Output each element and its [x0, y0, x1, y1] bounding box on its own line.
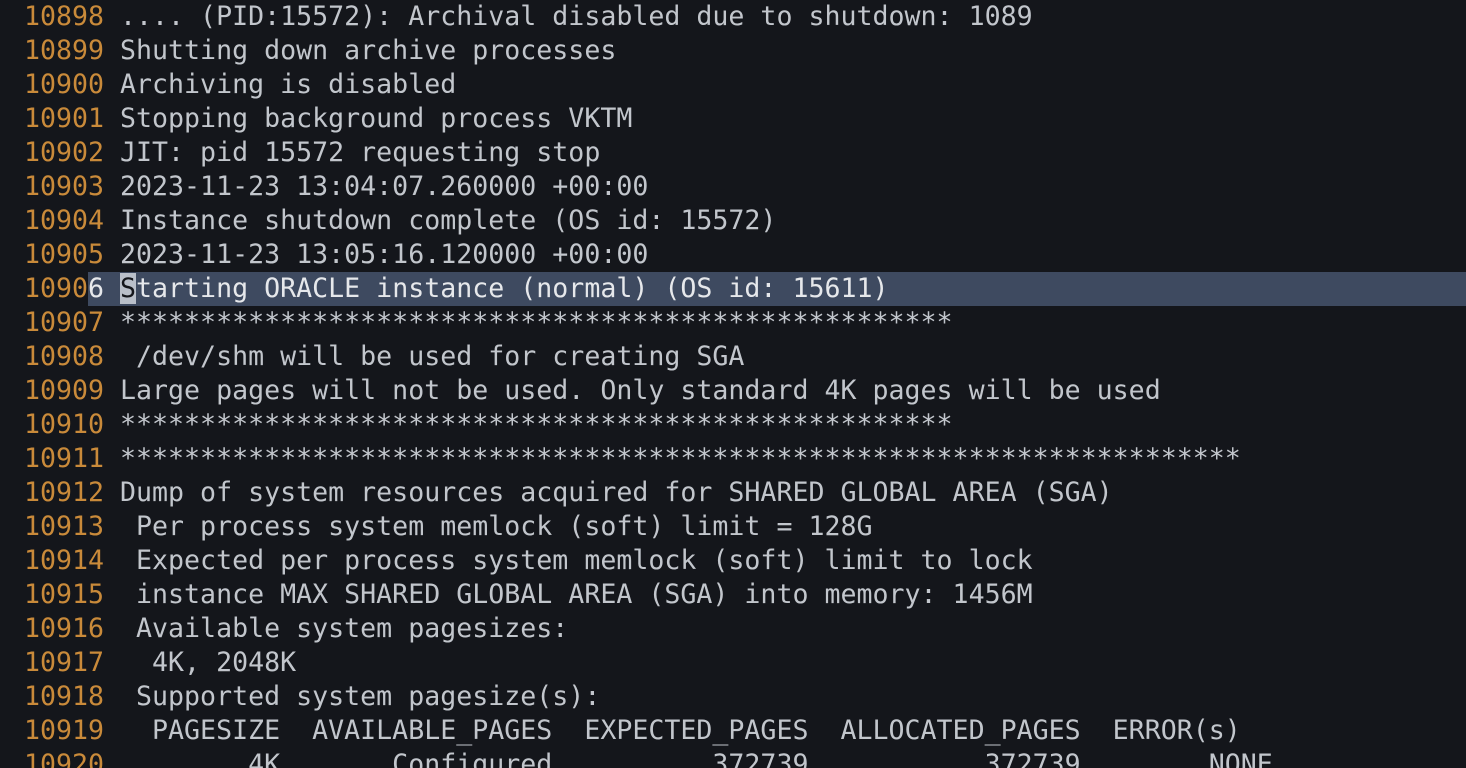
- editor-line: 10914 Expected per process system memloc…: [0, 544, 1466, 578]
- editor-line: 10907 **********************************…: [0, 306, 1466, 340]
- line-text: JIT: pid 15572 requesting stop: [120, 137, 601, 168]
- line-text: instance MAX SHARED GLOBAL AREA (SGA) in…: [120, 579, 1033, 610]
- line-text: Available system pagesizes:: [120, 613, 569, 644]
- editor-line: 10899 Shutting down archive processes: [0, 34, 1466, 68]
- editor-line: 10913 Per process system memlock (soft) …: [0, 510, 1466, 544]
- editor-line: 10919 PAGESIZE AVAILABLE_PAGES EXPECTED_…: [0, 714, 1466, 748]
- line-number: 10909: [24, 375, 105, 406]
- line-number: 10902: [24, 137, 105, 168]
- line-number: 10910: [24, 409, 105, 440]
- line-text: Supported system pagesize(s):: [120, 681, 601, 712]
- line-text: /dev/shm will be used for creating SGA: [120, 341, 745, 372]
- editor-line: 10902 JIT: pid 15572 requesting stop: [0, 136, 1466, 170]
- line-number: 10912: [24, 477, 105, 508]
- line-number: 10908: [24, 341, 105, 372]
- line-number: 10918: [24, 681, 105, 712]
- line-text: 2023-11-23 13:04:07.260000 +00:00: [120, 171, 649, 202]
- editor-line: 10903 2023-11-23 13:04:07.260000 +00:00: [0, 170, 1466, 204]
- text-cursor[interactable]: S: [120, 273, 137, 304]
- line-number: 10906: [24, 272, 104, 306]
- line-text: ****************************************…: [120, 307, 953, 338]
- editor-line: 10918 Supported system pagesize(s):: [0, 680, 1466, 714]
- line-number: 10914: [24, 545, 105, 576]
- line-text: .... (PID:15572): Archival disabled due …: [120, 1, 1033, 32]
- editor-line: 10917 4K, 2048K: [0, 646, 1466, 680]
- line-number: 10920: [24, 749, 105, 768]
- editor-line: 10910 **********************************…: [0, 408, 1466, 442]
- line-number: 10905: [24, 239, 105, 270]
- editor-line: 10901 Stopping background process VKTM: [0, 102, 1466, 136]
- current-line[interactable]: 10906 Starting ORACLE instance (normal) …: [0, 272, 1466, 306]
- editor-line: 10904 Instance shutdown complete (OS id:…: [0, 204, 1466, 238]
- line-text: Per process system memlock (soft) limit …: [120, 511, 873, 542]
- line-text: PAGESIZE AVAILABLE_PAGES EXPECTED_PAGES …: [120, 715, 1241, 746]
- editor-line: 10916 Available system pagesizes:: [0, 612, 1466, 646]
- current-line-rest: tarting ORACLE instance (normal) (OS id:…: [136, 273, 889, 304]
- terminal-editor[interactable]: 10898 .... (PID:15572): Archival disable…: [0, 0, 1466, 768]
- editor-line: 10909 Large pages will not be used. Only…: [0, 374, 1466, 408]
- line-number: 10907: [24, 307, 105, 338]
- line-number: 10904: [24, 205, 105, 236]
- line-text: 4K Configured 372739 372739 NONE: [120, 749, 1273, 768]
- line-number: 10919: [24, 715, 105, 746]
- editor-line: 10908 /dev/shm will be used for creating…: [0, 340, 1466, 374]
- editor-line: 10898 .... (PID:15572): Archival disable…: [0, 0, 1466, 34]
- line-text[interactable]: Starting ORACLE instance (normal) (OS id…: [120, 272, 889, 306]
- line-number: 10915: [24, 579, 105, 610]
- line-number-last-digit: 6: [88, 273, 105, 304]
- editor-line: 10911 **********************************…: [0, 442, 1466, 476]
- line-text: Stopping background process VKTM: [120, 103, 633, 134]
- line-text: 2023-11-23 13:05:16.120000 +00:00: [120, 239, 649, 270]
- line-number: 10899: [24, 35, 105, 66]
- editor-line: 10920 4K Configured 372739 372739 NONE: [0, 748, 1466, 768]
- line-number: 10900: [24, 69, 105, 100]
- editor-line: 10905 2023-11-23 13:05:16.120000 +00:00: [0, 238, 1466, 272]
- line-number: 10898: [24, 1, 105, 32]
- line-number: 10913: [24, 511, 105, 542]
- line-text: Instance shutdown complete (OS id: 15572…: [120, 205, 777, 236]
- line-number-prefix: 1090: [24, 273, 89, 304]
- line-text: Archiving is disabled: [120, 69, 457, 100]
- line-number: 10916: [24, 613, 105, 644]
- editor-line: 10912 Dump of system resources acquired …: [0, 476, 1466, 510]
- line-number: 10917: [24, 647, 105, 678]
- line-text: ****************************************…: [120, 409, 953, 440]
- line-number: 10903: [24, 171, 105, 202]
- line-text: Shutting down archive processes: [120, 35, 617, 66]
- line-text: Expected per process system memlock (sof…: [120, 545, 1033, 576]
- line-text: Large pages will not be used. Only stand…: [120, 375, 1161, 406]
- line-text: Dump of system resources acquired for SH…: [120, 477, 1113, 508]
- editor-line: 10915 instance MAX SHARED GLOBAL AREA (S…: [0, 578, 1466, 612]
- line-text: 4K, 2048K: [120, 647, 297, 678]
- line-number: 10901: [24, 103, 105, 134]
- line-number: 10911: [24, 443, 105, 474]
- line-text: ****************************************…: [120, 443, 1241, 474]
- editor-line: 10900 Archiving is disabled: [0, 68, 1466, 102]
